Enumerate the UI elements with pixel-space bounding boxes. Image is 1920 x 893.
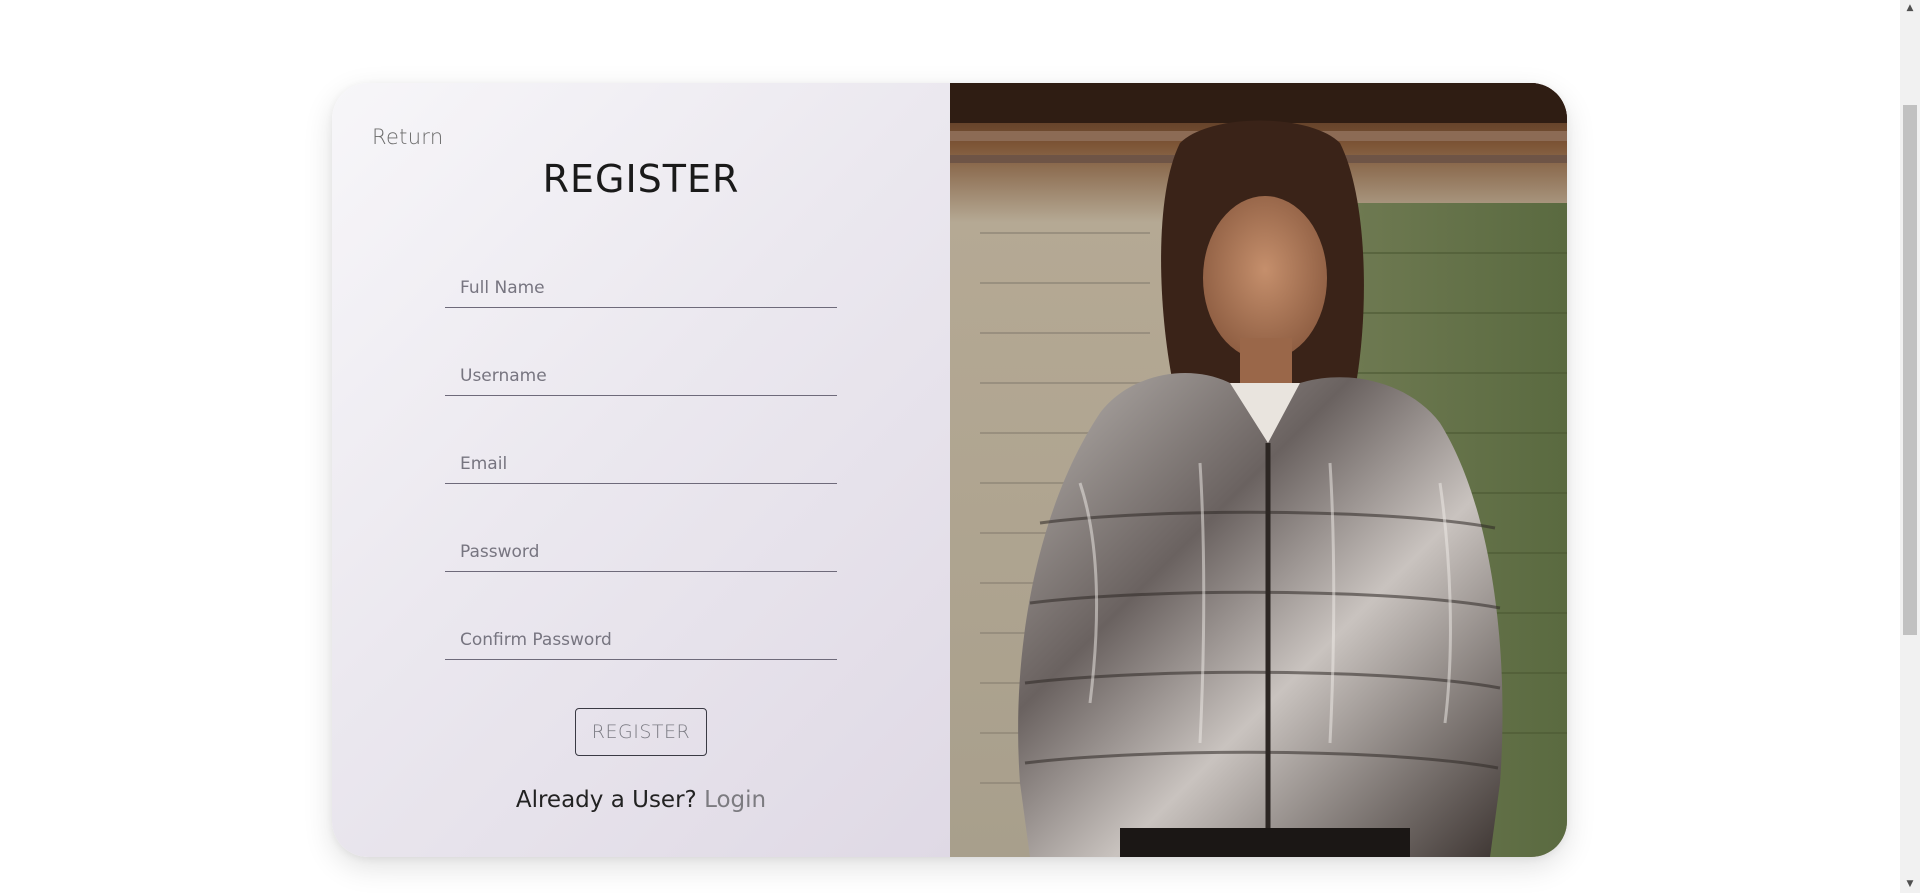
page-scrollbar[interactable]: ▲ ▼ xyxy=(1900,0,1920,893)
full-name-input[interactable] xyxy=(445,256,837,308)
scroll-down-arrow-icon[interactable]: ▼ xyxy=(1900,876,1920,893)
scroll-up-arrow-icon[interactable]: ▲ xyxy=(1900,0,1920,17)
register-button[interactable]: REGISTER xyxy=(575,708,707,756)
register-card: Return REGISTER REGISTER Already a User?… xyxy=(332,83,1567,857)
return-link[interactable]: Return xyxy=(372,125,444,149)
scroll-thumb[interactable] xyxy=(1903,105,1917,635)
password-input[interactable] xyxy=(445,520,837,572)
fashion-photo xyxy=(950,83,1567,857)
fashion-photo-illustration xyxy=(950,83,1567,857)
viewport: Return REGISTER REGISTER Already a User?… xyxy=(0,0,1920,893)
email-input[interactable] xyxy=(445,432,837,484)
login-prompt-text: Already a User? xyxy=(515,787,697,813)
confirm-password-input[interactable] xyxy=(445,608,837,660)
username-input[interactable] xyxy=(445,344,837,396)
login-link[interactable]: Login xyxy=(704,787,766,813)
page-title: REGISTER xyxy=(542,157,740,201)
register-form-panel: Return REGISTER REGISTER Already a User?… xyxy=(332,83,950,857)
login-prompt: Already a User? Login xyxy=(332,787,950,813)
